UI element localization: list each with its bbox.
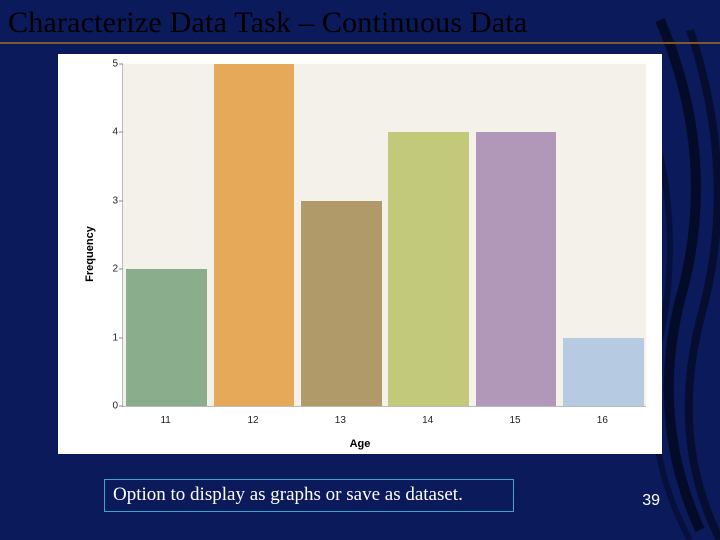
y-tick-mark — [119, 406, 123, 407]
y-tick-label: 0 — [104, 401, 118, 412]
caption-box: Option to display as graphs or save as d… — [104, 479, 514, 512]
y-tick-mark — [119, 200, 123, 201]
x-tick-label: 12 — [247, 415, 258, 426]
y-tick-mark — [119, 64, 123, 65]
axis-baseline — [122, 406, 646, 407]
x-tick-label: 14 — [422, 415, 433, 426]
y-tick-mark — [119, 337, 123, 338]
caption-text: Option to display as graphs or save as d… — [113, 484, 463, 505]
bar — [214, 64, 294, 406]
bar — [388, 132, 468, 406]
y-tick-label: 2 — [104, 264, 118, 275]
chart-frame: Frequency Age 012345111213141516 — [58, 54, 662, 454]
y-tick-label: 1 — [104, 332, 118, 343]
x-tick-label: 16 — [597, 415, 608, 426]
title-underline — [0, 42, 720, 44]
plot-area — [122, 64, 646, 406]
bar — [563, 338, 643, 406]
y-tick-mark — [119, 269, 123, 270]
page-number: 39 — [642, 492, 660, 510]
x-tick-label: 15 — [509, 415, 520, 426]
x-axis-label: Age — [58, 438, 662, 450]
y-axis-label: Frequency — [84, 226, 96, 282]
y-tick-mark — [119, 132, 123, 133]
y-tick-label: 4 — [104, 127, 118, 138]
slide-title: Characterize Data Task – Continuous Data — [8, 6, 527, 40]
y-tick-label: 5 — [104, 59, 118, 70]
x-tick-label: 11 — [160, 415, 170, 426]
bar — [301, 201, 381, 406]
x-tick-label: 13 — [335, 415, 346, 426]
bar — [126, 269, 206, 406]
bar — [476, 132, 556, 406]
y-tick-label: 3 — [104, 195, 118, 206]
